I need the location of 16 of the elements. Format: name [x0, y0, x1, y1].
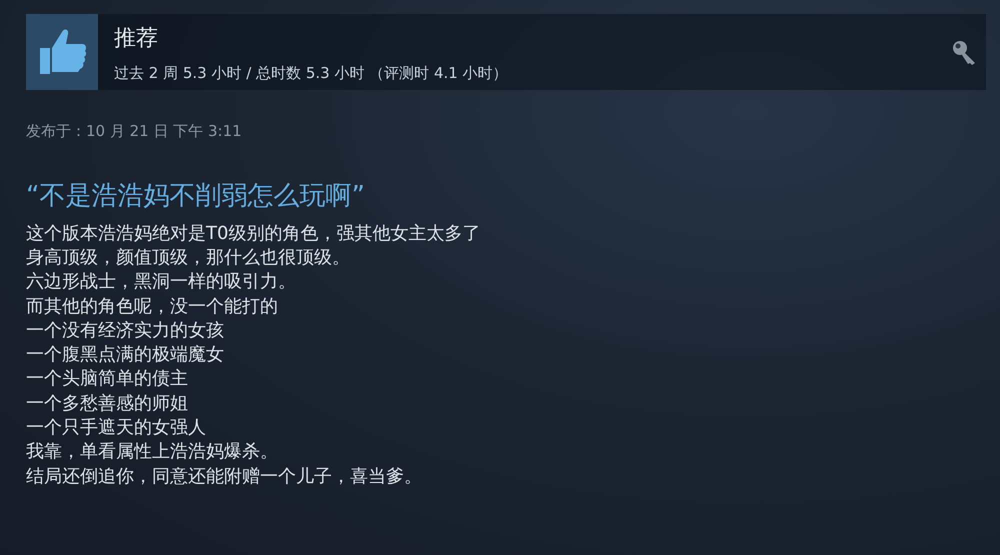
- review-text-line: 而其他的角色呢，没一个能打的: [26, 294, 279, 319]
- review-text-line: 一个多愁善感的师姐: [26, 392, 189, 416]
- key-icon: [950, 38, 978, 66]
- playtime-text: 过去 2 周 5.3 小时 / 总时数 5.3 小时 （评测时 4.1 小时）: [114, 63, 509, 84]
- review-verdict: 推荐: [114, 28, 159, 50]
- review-text-line: 六边形战士，黑洞一样的吸引力。: [26, 270, 297, 294]
- review-text-line: 这个版本浩浩妈绝对是T0级别的角色，强其他女主太多了: [26, 222, 482, 246]
- review-text-line: 身高顶级，颜值顶级，那什么也很顶级。: [26, 246, 351, 270]
- review-title: “不是浩浩妈不削弱怎么玩啊”: [26, 180, 366, 212]
- review-text-line: 一个只手遮天的女强人: [26, 416, 207, 440]
- review-text-line: 我靠，单看属性上浩浩妈爆杀。: [26, 440, 279, 464]
- review-text-line: 一个头脑简单的债主: [26, 367, 189, 392]
- posted-date: 发布于：10 月 21 日 下午 3:11: [26, 121, 243, 142]
- review-text-line: 一个没有经济实力的女孩: [26, 318, 225, 343]
- review-text-line: 结局还倒追你，同意还能附赠一个儿子，喜当爹。: [26, 464, 423, 489]
- review-text-line: 一个腹黑点满的极端魔女: [26, 343, 225, 368]
